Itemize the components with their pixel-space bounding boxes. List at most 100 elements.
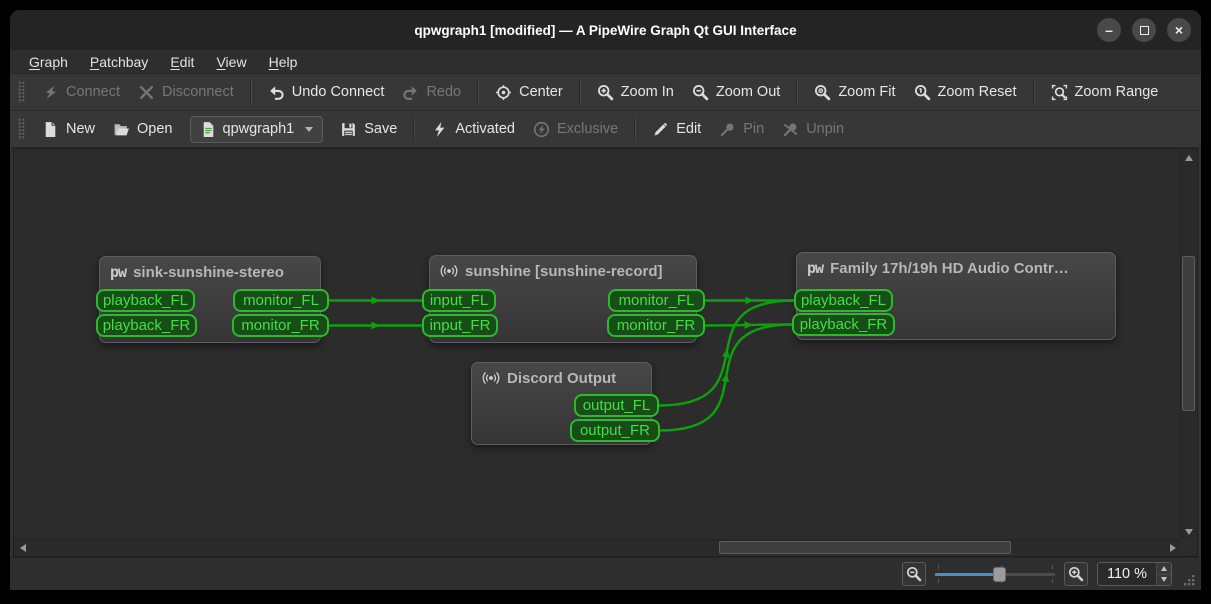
minimize-button[interactable]: – [1097, 18, 1121, 42]
maximize-button[interactable] [1132, 18, 1156, 42]
connections-layer [15, 150, 1182, 539]
zoom-out-button[interactable]: Zoom Out [683, 79, 789, 106]
menu-patchbay[interactable]: Patchbay [81, 52, 157, 72]
port-output_FL[interactable]: output_FL [574, 394, 659, 417]
port-playback_FL[interactable]: playback_FL [96, 289, 195, 312]
arrow-right-icon [1170, 544, 1176, 552]
port-monitor_FR[interactable]: monitor_FR [607, 314, 705, 337]
undo-icon [268, 84, 285, 101]
menu-edit[interactable]: Edit [161, 52, 203, 72]
zoom-reset-button[interactable]: Zoom Reset [905, 79, 1026, 106]
toolbar-main: ConnectDisconnectUndo ConnectRedoCenterZ… [10, 74, 1201, 111]
toolbar-separator [1033, 80, 1035, 104]
undo-connect-button[interactable]: Undo Connect [259, 79, 394, 106]
center-icon [495, 84, 512, 101]
center-button[interactable]: Center [486, 79, 572, 106]
link-arrow-icon [746, 297, 755, 305]
port-playback_FL[interactable]: playback_FL [794, 289, 893, 312]
horizontal-scrollbar[interactable] [15, 539, 1180, 555]
zoom-spinbox[interactable]: 110 % [1097, 562, 1172, 586]
scroll-up-button[interactable] [1181, 150, 1196, 165]
zoom-fit-icon [814, 84, 831, 101]
toolbar-separator [250, 80, 252, 104]
zoom-reset-icon [914, 84, 931, 101]
save-icon [340, 121, 357, 138]
bolt-icon [431, 121, 448, 138]
titlebar[interactable]: qpwgraph1 [modified] — A PipeWire Graph … [10, 10, 1201, 50]
unpin-button: Unpin [773, 116, 853, 143]
window-controls: –× [1097, 18, 1191, 42]
menu-graph[interactable]: Graph [20, 52, 77, 72]
unpin-icon [782, 121, 799, 138]
port-playback_FR[interactable]: playback_FR [96, 314, 197, 337]
slider-handle[interactable] [993, 567, 1006, 582]
port-monitor_FL[interactable]: monitor_FL [233, 289, 329, 312]
arrow-down-icon [1161, 577, 1167, 582]
zoom-value: 110 % [1098, 564, 1156, 584]
scroll-right-button[interactable] [1165, 540, 1180, 555]
connect-button: Connect [33, 79, 129, 106]
zoom-range-icon [1051, 84, 1068, 101]
vertical-scrollbar-thumb[interactable] [1182, 256, 1195, 411]
zoom-out-icon [692, 84, 709, 101]
graph-selector-combobox[interactable]: qpwgraph1 [190, 116, 324, 143]
save-button[interactable]: Save [331, 116, 406, 143]
zoom-in-icon [597, 84, 614, 101]
app-window: qpwgraph1 [modified] — A PipeWire Graph … [10, 10, 1201, 590]
zoom-range-button[interactable]: Zoom Range [1042, 79, 1168, 106]
menu-view[interactable]: View [207, 52, 255, 72]
toolbar-drag-handle[interactable] [18, 81, 25, 103]
activated-button[interactable]: Activated [422, 116, 524, 143]
zoom-in-button[interactable] [1064, 562, 1088, 586]
open-button[interactable]: Open [104, 116, 181, 143]
close-button[interactable]: × [1167, 18, 1191, 42]
menu-help[interactable]: Help [260, 52, 307, 72]
zoom-slider[interactable] [935, 564, 1055, 584]
toolbar-separator [634, 117, 636, 141]
resize-grip-icon[interactable] [1181, 573, 1196, 588]
graph-canvas[interactable]: pwsink-sunshine-stereoplayback_FLplaybac… [13, 148, 1198, 557]
toolbar-drag-handle[interactable] [18, 118, 25, 140]
maximize-icon [1140, 26, 1149, 35]
toolbar-file-items: NewOpenqpwgraph1SaveActivatedExclusiveEd… [33, 116, 853, 143]
port-output_FR[interactable]: output_FR [570, 419, 660, 442]
edit-button[interactable]: Edit [643, 116, 710, 143]
scroll-down-button[interactable] [1181, 524, 1196, 539]
zoom-fit-button[interactable]: Zoom Fit [805, 79, 904, 106]
scroll-left-button[interactable] [15, 540, 30, 555]
redo-icon [402, 84, 419, 101]
open-icon [113, 121, 130, 138]
doc-icon [200, 121, 217, 138]
magnifier-minus-icon [906, 566, 922, 582]
bolt-circle-icon [533, 121, 550, 138]
redo-button: Redo [393, 79, 470, 106]
port-monitor_FL[interactable]: monitor_FL [608, 289, 705, 312]
horizontal-scrollbar-thumb[interactable] [719, 541, 1011, 554]
arrow-up-icon [1161, 566, 1167, 571]
port-input_FR[interactable]: input_FR [422, 314, 498, 337]
statusbar: 110 % [10, 557, 1201, 590]
toolbar-file: NewOpenqpwgraph1SaveActivatedExclusiveEd… [10, 111, 1201, 148]
port-input_FL[interactable]: input_FL [422, 289, 496, 312]
pencil-icon [652, 121, 669, 138]
slider-fill [935, 573, 1000, 576]
new-button[interactable]: New [33, 116, 104, 143]
toolbar-separator [477, 80, 479, 104]
link-arrow-icon [744, 321, 753, 329]
pin-icon [719, 121, 736, 138]
spinbox-arrows [1156, 563, 1171, 585]
port-playback_FR[interactable]: playback_FR [792, 313, 895, 336]
spin-up-button[interactable] [1157, 563, 1171, 574]
link-arrow-icon [372, 322, 381, 330]
arrow-up-icon [1185, 155, 1193, 161]
pin-button: Pin [710, 116, 773, 143]
link-arrow-icon [372, 297, 381, 305]
vertical-scrollbar[interactable] [1180, 150, 1196, 539]
port-monitor_FR[interactable]: monitor_FR [232, 314, 329, 337]
zoom-in-button[interactable]: Zoom In [588, 79, 683, 106]
new-icon [42, 121, 59, 138]
spin-down-button[interactable] [1157, 574, 1171, 586]
graph-layer[interactable]: pwsink-sunshine-stereoplayback_FLplaybac… [15, 150, 1182, 539]
zoom-out-button[interactable] [902, 562, 926, 586]
magnifier-plus-icon [1068, 566, 1084, 582]
